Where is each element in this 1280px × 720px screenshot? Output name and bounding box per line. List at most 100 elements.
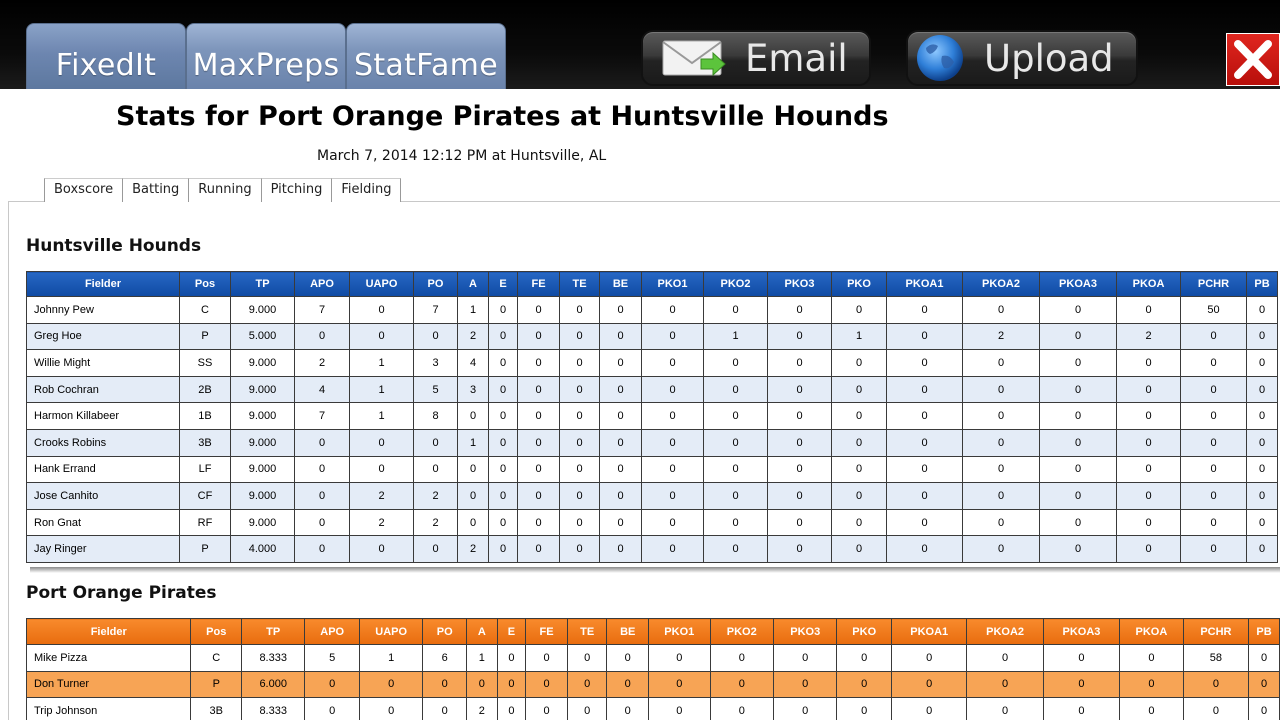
stat-cell: 1	[466, 644, 498, 672]
column-header[interactable]: PKOA1	[890, 618, 968, 645]
stat-cell: 6.000	[240, 670, 306, 699]
stat-cell: 0	[599, 349, 642, 377]
column-header[interactable]: PKO2	[703, 271, 768, 297]
stat-cell: 0	[1039, 402, 1117, 430]
column-header[interactable]: BE	[606, 618, 650, 645]
tab-running[interactable]: Running	[188, 178, 261, 202]
close-button[interactable]	[1226, 33, 1280, 86]
tab-batting[interactable]: Batting	[122, 178, 189, 202]
column-header[interactable]: PO	[422, 618, 467, 645]
stat-cell: 0	[349, 455, 414, 484]
column-header[interactable]: APO	[304, 618, 360, 645]
column-header[interactable]: Pos	[179, 271, 231, 297]
player-name-cell: Jose Canhito	[26, 482, 180, 510]
stat-cell: 2	[294, 349, 350, 377]
tab-boxscore[interactable]: Boxscore	[44, 178, 123, 202]
column-header[interactable]: FE	[525, 618, 568, 645]
column-header[interactable]: E	[488, 271, 518, 297]
table-row[interactable]: Mike Pizza C 8.333 5 1 6 1 0 0 0 0 0 0 0 0 0 0 0 0 58 0	[25, 644, 1280, 672]
stat-cell: 0	[1248, 670, 1280, 699]
table-row[interactable]: Ron Gnat RF 9.000 0 2 2 0 0 0 0 0 0 0 0 0 0 0 0 0 0 0	[26, 508, 1278, 537]
stat-cell: 7	[294, 402, 350, 430]
stat-cell: 50	[1180, 296, 1247, 324]
column-header[interactable]: PKO1	[648, 618, 711, 645]
table-row[interactable]: Crooks Robins 3B 9.000 0 0 0 1 0 0 0 0 0 0 0 0 0 0 0 0 0 0	[26, 428, 1278, 457]
column-header[interactable]: UAPO	[358, 618, 424, 645]
column-header[interactable]: PKOA1	[886, 271, 963, 297]
upload-button[interactable]: Upload	[906, 30, 1138, 86]
column-header[interactable]: PCHR	[1180, 271, 1247, 297]
column-header[interactable]: PKOA	[1119, 618, 1184, 645]
tab-maxpreps[interactable]: MaxPreps	[186, 23, 346, 89]
column-header[interactable]: PKO	[831, 271, 887, 297]
stat-cell: 0	[599, 296, 642, 324]
envelope-icon	[661, 37, 727, 79]
stat-cell: 0	[886, 428, 963, 457]
column-header[interactable]: PKO	[836, 618, 892, 645]
stat-cell: 4.000	[230, 535, 295, 563]
stat-cell: 0	[517, 455, 560, 484]
stat-cell: 2	[413, 508, 458, 537]
column-header[interactable]: PKOA2	[966, 618, 1044, 645]
column-header[interactable]: PO	[413, 271, 458, 297]
table-row[interactable]: Don Turner P 6.000 0 0 0 0 0 0 0 0 0 0 0 0 0 0 0 0 0 0	[25, 670, 1280, 699]
column-header[interactable]: A	[466, 618, 498, 645]
stat-cell: 0	[349, 296, 414, 324]
column-header[interactable]: PCHR	[1182, 618, 1250, 645]
table-row[interactable]: Trip Johnson 3B 8.333 0 0 0 2 0 0 0 0 0 0 0 0 0 0 0 0 0 0	[25, 697, 1280, 720]
column-header[interactable]: PKOA3	[1039, 271, 1117, 297]
stat-cell: 0	[831, 428, 887, 457]
column-header[interactable]: Fielder	[25, 618, 192, 645]
column-header[interactable]: PKO3	[767, 271, 832, 297]
table-row[interactable]: Harmon Killabeer 1B 9.000 7 1 8 0 0 0 0 0 0 0 0 0 0 0 0 0 0…	[26, 402, 1278, 430]
tab-fixedit[interactable]: FixedIt	[26, 23, 186, 89]
column-header[interactable]: UAPO	[349, 271, 414, 297]
column-header[interactable]: TP	[240, 618, 306, 645]
stat-cell: 0	[1180, 455, 1247, 484]
stat-cell: 0	[767, 296, 832, 324]
column-header[interactable]: TP	[230, 271, 295, 297]
column-header[interactable]: A	[457, 271, 489, 297]
column-header[interactable]: Fielder	[26, 271, 180, 297]
stat-cell: 58	[1182, 644, 1250, 672]
stat-cell: 0	[641, 535, 704, 563]
stat-cell: 0	[457, 402, 489, 430]
table-row[interactable]: Hank Errand LF 9.000 0 0 0 0 0 0 0 0 0 0 0 0 0 0 0 0 0 0	[26, 455, 1278, 484]
table-row[interactable]: Jose Canhito CF 9.000 0 2 2 0 0 0 0 0 0 0 0 0 0 0 0 0 0 0	[26, 482, 1278, 510]
tab-pitching[interactable]: Pitching	[260, 178, 332, 202]
stat-cell: 0	[294, 508, 350, 537]
column-header[interactable]: PKO1	[641, 271, 704, 297]
column-header[interactable]: TE	[566, 618, 608, 645]
column-header[interactable]: PKOA2	[962, 271, 1040, 297]
column-header[interactable]: Pos	[190, 618, 242, 645]
column-header[interactable]: TE	[559, 271, 600, 297]
table-row[interactable]: Johnny Pew C 9.000 7 0 7 1 0 0 0 0 0 0 0 0 0 0 0 0 50 0	[26, 296, 1278, 324]
stat-cell: 0	[962, 455, 1040, 484]
column-header[interactable]: FE	[517, 271, 560, 297]
stat-cell: 0	[703, 508, 768, 537]
stat-cell: 0	[890, 670, 968, 699]
column-header[interactable]: PKO2	[709, 618, 775, 645]
stat-cell: RF	[179, 508, 231, 537]
column-header[interactable]: PB	[1248, 618, 1280, 645]
column-header[interactable]: PKO3	[772, 618, 838, 645]
column-header[interactable]: PB	[1246, 271, 1278, 297]
stat-cell: 0	[962, 349, 1040, 377]
column-header[interactable]: PKOA3	[1042, 618, 1121, 645]
player-name-cell: Harmon Killabeer	[26, 402, 180, 430]
email-button[interactable]: Email	[641, 30, 871, 86]
stat-cell: 1	[457, 428, 489, 457]
column-header[interactable]: BE	[599, 271, 642, 297]
stat-cell: 0	[559, 482, 600, 510]
column-header[interactable]: PKOA	[1116, 271, 1181, 297]
table-row[interactable]: Willie Might SS 9.000 2 1 3 4 0 0 0 0 0 0 0 0 0 0 0 0 0 0	[26, 349, 1278, 377]
column-header[interactable]: E	[496, 618, 527, 645]
tab-statfame[interactable]: StatFame	[346, 23, 506, 89]
table-row[interactable]: Rob Cochran 2B 9.000 4 1 5 3 0 0 0 0 0 0 0 0 0 0 0 0 0 0	[26, 375, 1278, 404]
player-name-cell: Mike Pizza	[25, 644, 192, 672]
tab-fielding[interactable]: Fielding	[331, 178, 402, 202]
table-row[interactable]: Greg Hoe P 5.000 0 0 0 2 0 0 0 0 0 1 0 1 0 2 0 2 0 0	[26, 322, 1278, 351]
stat-cell: 0	[831, 296, 887, 324]
table-row[interactable]: Jay Ringer P 4.000 0 0 0 2 0 0 0 0 0 0 0 0 0 0 0 0 0 0	[26, 535, 1278, 563]
column-header[interactable]: APO	[294, 271, 350, 297]
